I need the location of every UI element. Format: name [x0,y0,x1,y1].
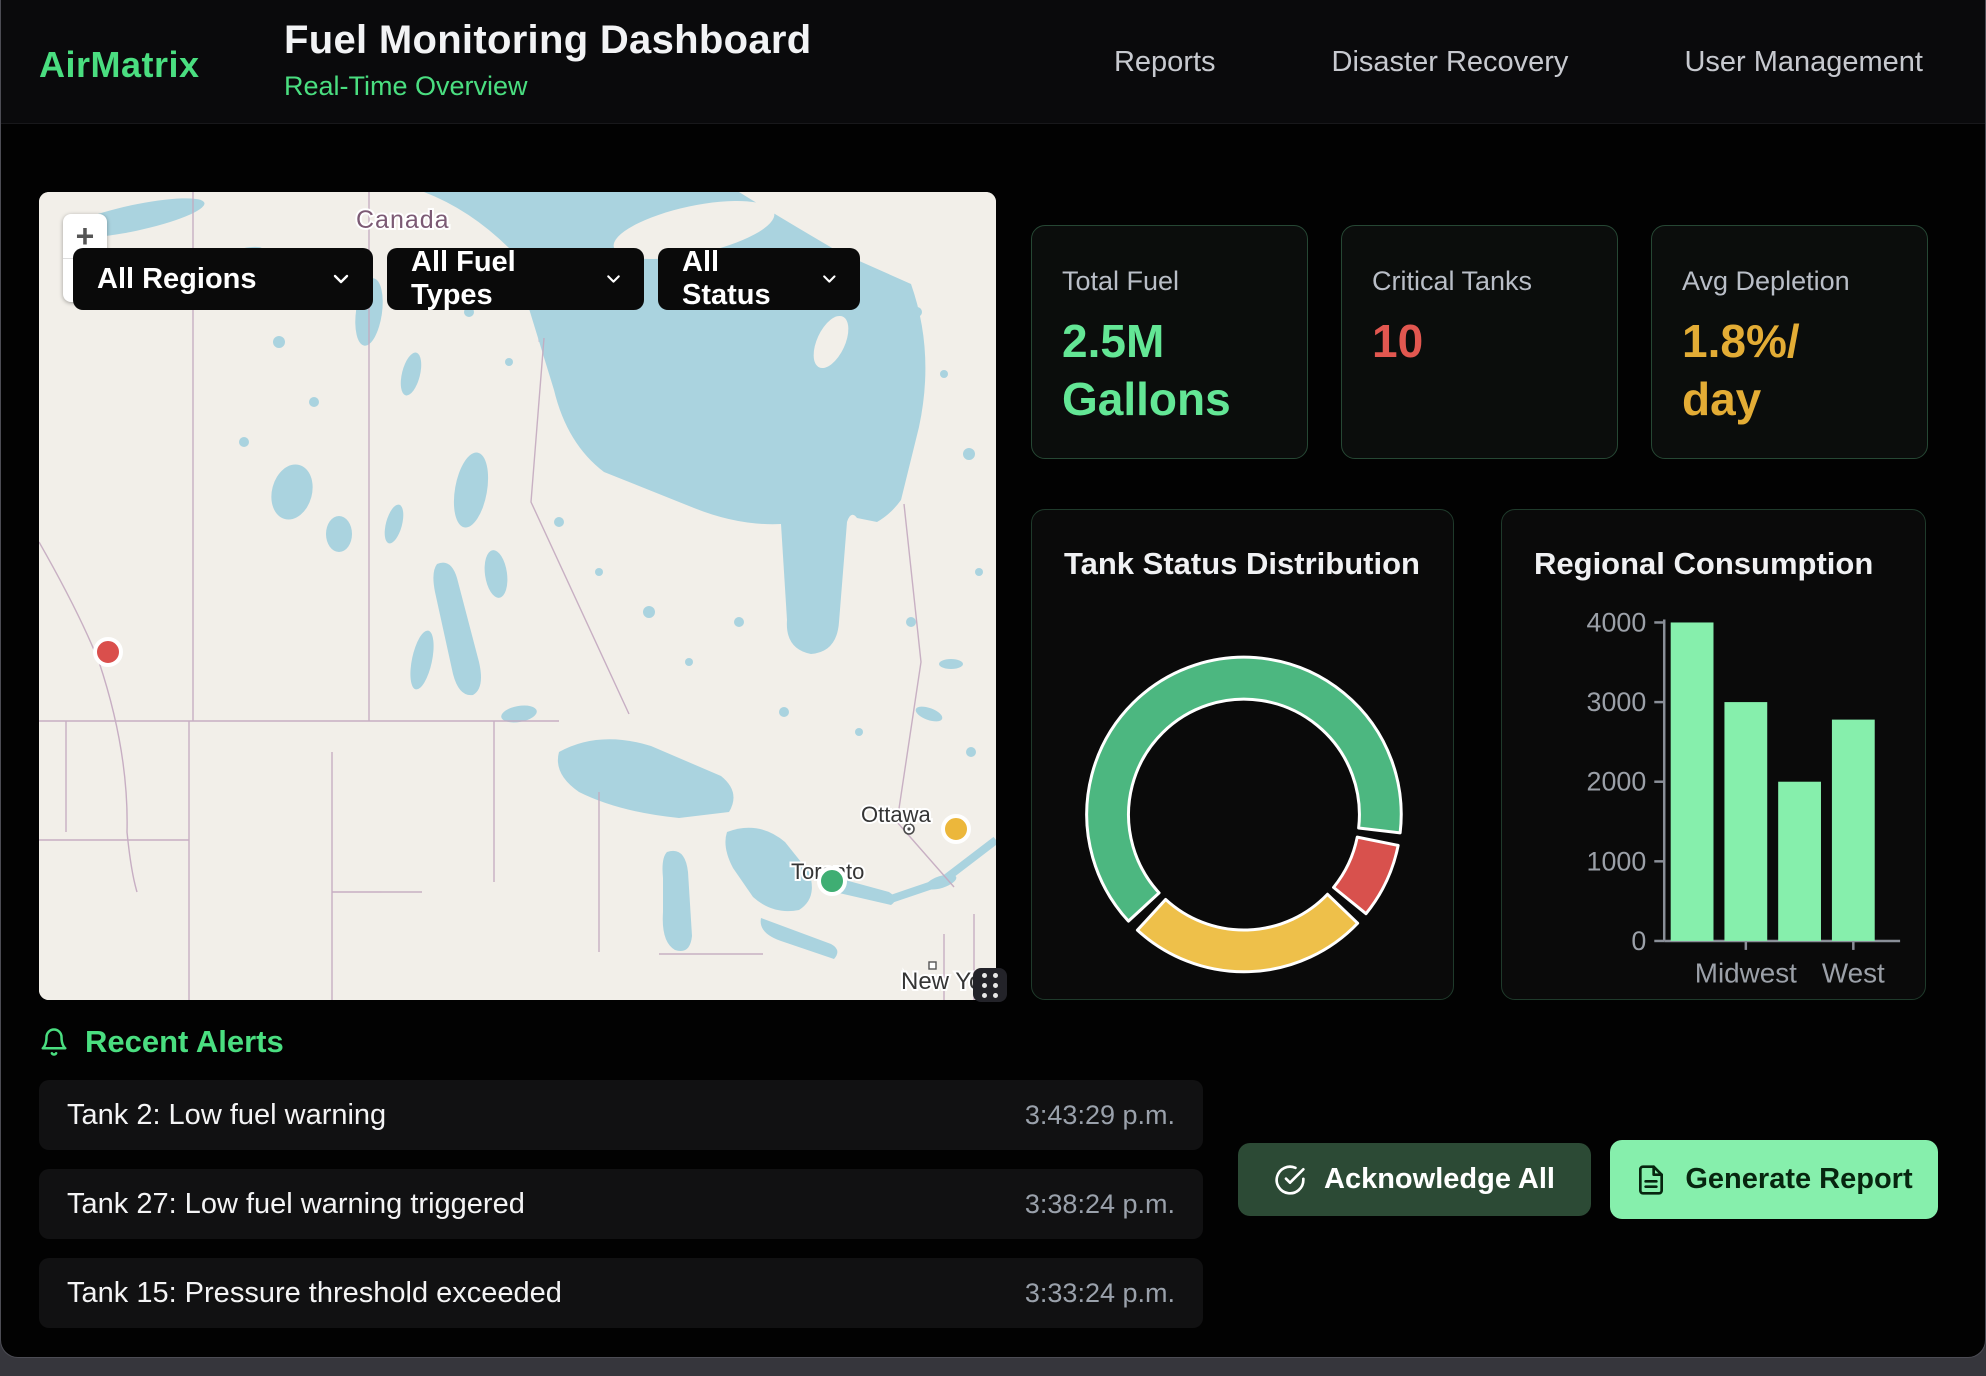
header: AirMatrix Fuel Monitoring Dashboard Real… [1,0,1985,124]
nav-reports[interactable]: Reports [1114,46,1216,79]
bar-chart: 0 1000 2000 3000 4000 Midwest West [1502,510,1925,999]
alert-text: Tank 15: Pressure threshold exceeded [67,1277,562,1310]
file-text-icon [1635,1164,1667,1196]
acknowledge-all-button[interactable]: Acknowledge All [1238,1143,1591,1216]
alert-time: 3:33:24 p.m. [1025,1278,1175,1309]
footer-strip [0,1358,1986,1376]
page-subtitle: Real-Time Overview [284,71,811,102]
title-block: Fuel Monitoring Dashboard Real-Time Over… [284,18,811,102]
map-canvas: Canada Ottawa Toronto New York [39,192,996,1000]
status-filter-value: All Status [682,246,797,312]
generate-report-label: Generate Report [1685,1163,1912,1196]
map-label-canada: Canada [356,206,450,234]
tank-status-distribution-card: Tank Status Distribution [1031,509,1454,1000]
donut-chart-title: Tank Status Distribution [1064,546,1420,582]
map-resize-handle[interactable] [973,968,1007,1002]
donut-chart [1032,510,1453,999]
alert-row[interactable]: Tank 2: Low fuel warning 3:43:29 p.m. [39,1080,1203,1150]
stat-value-avg-depletion: 1.8%/ day [1682,313,1897,428]
page-title: Fuel Monitoring Dashboard [284,18,811,63]
alert-time: 3:38:24 p.m. [1025,1189,1175,1220]
nav-disaster-recovery[interactable]: Disaster Recovery [1332,46,1569,79]
main-nav: Reports Disaster Recovery User Managemen… [1114,0,1923,124]
map-label-ottawa: Ottawa [861,802,931,827]
tank-marker-warning[interactable] [943,816,969,842]
svg-text:2000: 2000 [1587,767,1647,797]
fuel-type-filter-select[interactable]: All Fuel Types [387,248,644,310]
svg-text:Midwest: Midwest [1695,958,1797,989]
donut-slice-warning [1137,894,1357,972]
nav-user-management[interactable]: User Management [1684,46,1923,79]
stat-value-total-fuel: 2.5M Gallons [1062,313,1277,428]
stat-card-total-fuel: Total Fuel 2.5M Gallons [1031,225,1308,459]
stat-label: Critical Tanks [1372,266,1587,297]
stat-card-avg-depletion: Avg Depletion 1.8%/ day [1651,225,1928,459]
dashboard-app: AirMatrix Fuel Monitoring Dashboard Real… [0,0,1986,1358]
stat-label: Total Fuel [1062,266,1277,297]
alert-row[interactable]: Tank 27: Low fuel warning triggered 3:38… [39,1169,1203,1239]
bar-3 [1832,720,1875,941]
status-filter-select[interactable]: All Status [658,248,860,310]
bar-chart-title: Regional Consumption [1534,546,1873,582]
acknowledge-all-label: Acknowledge All [1324,1163,1555,1196]
alert-time: 3:43:29 p.m. [1025,1100,1175,1131]
alert-row[interactable]: Tank 15: Pressure threshold exceeded 3:3… [39,1258,1203,1328]
fuel-type-filter-value: All Fuel Types [411,246,581,312]
stat-cards: Total Fuel 2.5M Gallons Critical Tanks 1… [1031,225,1928,459]
region-filter-select[interactable]: All Regions [73,248,373,310]
map-filters: All Regions All Fuel Types All Status [73,248,860,310]
donut-slice-critical [1334,837,1399,914]
bar-1 [1724,702,1767,941]
svg-text:3000: 3000 [1587,687,1647,717]
region-filter-value: All Regions [97,263,257,296]
chevron-down-icon [819,267,840,291]
check-circle-icon [1274,1164,1306,1196]
alert-text: Tank 27: Low fuel warning triggered [67,1188,525,1221]
recent-alerts-title: Recent Alerts [85,1024,284,1060]
svg-text:West: West [1822,958,1885,989]
alert-text: Tank 2: Low fuel warning [67,1099,386,1132]
generate-report-button[interactable]: Generate Report [1610,1140,1938,1219]
svg-text:0: 0 [1631,926,1646,956]
stat-card-critical-tanks: Critical Tanks 10 [1341,225,1618,459]
chevron-down-icon [329,267,353,291]
chevron-down-icon [603,267,624,291]
regional-consumption-card: Regional Consumption 0 1000 2000 3000 4000 Mi… [1501,509,1926,1000]
tank-marker-normal[interactable] [819,868,845,894]
svg-text:1000: 1000 [1587,846,1647,876]
bell-icon [39,1027,69,1057]
recent-alerts-header: Recent Alerts [39,1024,284,1060]
tank-marker-critical[interactable] [95,639,121,665]
bar-2 [1778,782,1821,941]
stat-value-critical-tanks: 10 [1372,313,1587,371]
bar-0 [1671,622,1714,940]
stat-label: Avg Depletion [1682,266,1897,297]
fuel-map[interactable]: Canada Ottawa Toronto New York + − All R… [39,192,996,1000]
brand-logo: AirMatrix [39,44,200,86]
svg-text:4000: 4000 [1587,607,1647,637]
